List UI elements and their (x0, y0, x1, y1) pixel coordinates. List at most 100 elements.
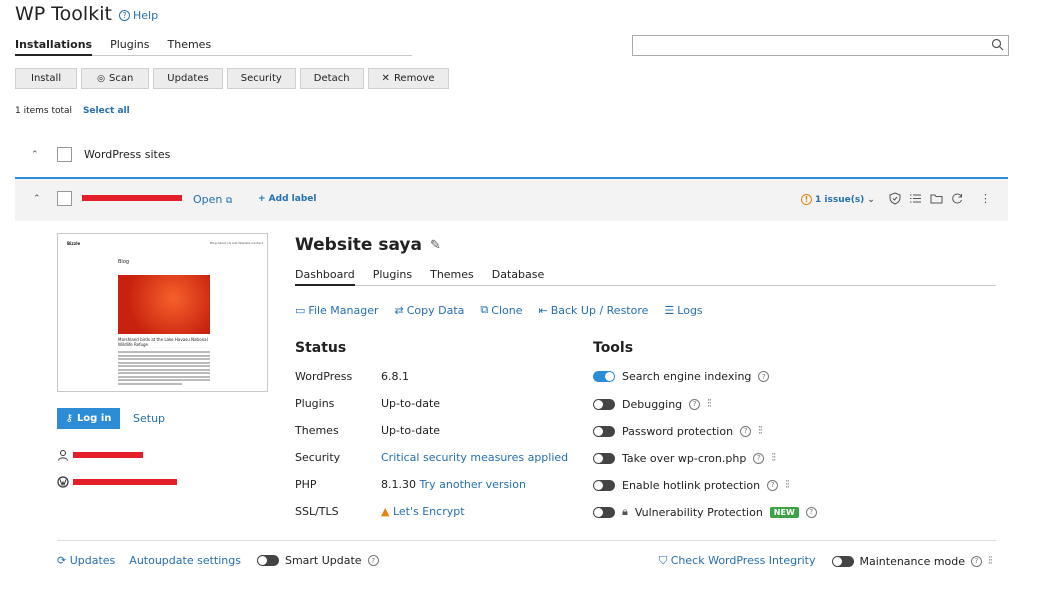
add-label-link[interactable]: + Add label (258, 194, 316, 204)
issues-label: 1 issue(s) (815, 194, 865, 205)
backup-label: Back Up / Restore (550, 303, 649, 317)
help-icon[interactable]: ? (758, 371, 770, 382)
copy-data-link[interactable]: ⇄ Copy Data (395, 303, 465, 317)
folder-icon[interactable] (930, 192, 943, 205)
footer-divider (57, 540, 996, 541)
status-value-ssl[interactable]: ▲ Let's Encrypt (381, 505, 465, 518)
refresh-icon[interactable] (951, 192, 964, 205)
footer-updates-link[interactable]: ⟳ Updates (57, 554, 115, 567)
remove-button[interactable]: ✕ Remove (367, 68, 449, 89)
autoupdate-settings-link[interactable]: Autoupdate settings (129, 554, 241, 567)
eye-icon: ◎ (97, 73, 105, 84)
search-input[interactable] (632, 35, 1009, 56)
ssl-link[interactable]: Let's Encrypt (393, 505, 465, 518)
collapse-group-chevron-icon[interactable]: ⌃ (31, 150, 39, 160)
try-another-version-link[interactable]: Try another version (420, 478, 526, 491)
detach-label: Detach (313, 73, 350, 84)
backup-link[interactable]: ⇤ Back Up / Restore (539, 303, 649, 317)
debugging-toggle[interactable] (593, 398, 615, 410)
hotlink-toggle[interactable] (593, 479, 615, 491)
settings-sliders-icon[interactable]: ⫶⫶ (988, 554, 992, 568)
status-value-themes: Up-to-date (381, 424, 441, 437)
settings-sliders-icon[interactable]: ⫶⫶ (771, 451, 775, 465)
toolbar: Install ◎ Scan Updates Security Detach ✕ R… (15, 68, 449, 89)
redacted-username (73, 452, 143, 458)
help-icon[interactable]: ? (971, 555, 983, 567)
settings-sliders-icon[interactable]: ⫶⫶ (785, 478, 789, 492)
shield-icon[interactable] (889, 192, 901, 205)
smart-update-toggle[interactable] (256, 555, 279, 566)
more-options-icon[interactable]: ⋮ (980, 192, 991, 205)
tool-search-engine: Search engine indexing ? (593, 370, 770, 383)
status-label-themes: Themes (295, 424, 339, 437)
collapse-site-chevron-icon[interactable]: ⌃ (33, 194, 41, 204)
tab-dashboard[interactable]: Dashboard (295, 266, 355, 286)
footer-right: ⛉ Check WordPress Integrity Maintenance … (659, 554, 992, 568)
logs-link[interactable]: ☰ Logs (664, 303, 702, 317)
edit-pencil-icon[interactable]: ✎ (430, 238, 441, 253)
scan-label: Scan (108, 73, 134, 84)
tool-password: Password protection ? ⫶⫶ (593, 424, 762, 438)
updates-label: Updates (167, 73, 209, 84)
thumb-text-lines (118, 351, 210, 386)
help-icon[interactable]: ? (740, 425, 752, 437)
clone-icon: ⧉ (480, 303, 489, 316)
status-label-security: Security (295, 451, 341, 464)
maintenance-toggle[interactable] (831, 555, 854, 567)
settings-sliders-icon[interactable]: ⫶⫶ (758, 424, 762, 438)
hotlink-label: Enable hotlink protection (622, 478, 761, 492)
settings-sliders-icon[interactable]: ⫶⫶ (707, 397, 711, 411)
check-integrity-link[interactable]: ⛉ Check WordPress Integrity (659, 554, 816, 568)
tab-themes[interactable]: Themes (168, 36, 212, 56)
vulnerability-toggle[interactable] (593, 506, 615, 518)
site-header-icons: ⋮ (889, 192, 991, 205)
status-value-php: 8.1.30 Try another version (381, 478, 526, 491)
status-value-plugins: Up-to-date (381, 397, 441, 410)
page-title: WP Toolkit (15, 3, 112, 25)
password-toggle[interactable] (593, 425, 615, 437)
file-manager-link[interactable]: ▭ File Manager (295, 303, 379, 317)
open-site-link[interactable]: Open ⧉ (193, 193, 232, 206)
group-checkbox[interactable] (57, 147, 72, 162)
detach-button[interactable]: Detach (299, 68, 364, 89)
tool-debugging: Debugging ? ⫶⫶ (593, 397, 712, 411)
help-icon[interactable]: ? (767, 479, 779, 491)
vulnerability-label: Vulnerability Protection (634, 505, 763, 519)
help-link[interactable]: ? Help (119, 9, 158, 22)
thumb-heading: Blog (118, 259, 130, 265)
site-title: Website saya ✎ (295, 235, 441, 255)
install-label: Install (31, 73, 62, 84)
footer-updates-label: Updates (69, 554, 116, 567)
clone-link[interactable]: ⧉ Clone (480, 303, 522, 317)
search-icon[interactable] (991, 38, 1004, 51)
list-icon[interactable] (909, 192, 922, 205)
search-engine-toggle[interactable] (593, 371, 615, 382)
security-label: Security (240, 73, 282, 84)
tab-plugins-site[interactable]: Plugins (373, 266, 412, 286)
help-label: Help (133, 9, 159, 22)
help-icon[interactable]: ? (689, 398, 701, 410)
tab-installations[interactable]: Installations (15, 36, 93, 56)
cron-toggle[interactable] (593, 452, 615, 464)
help-icon[interactable]: ? (367, 555, 379, 566)
thumb-caption: Marshland birds at the Lake Havasu Natio… (118, 337, 208, 347)
site-actions: ▭ File Manager ⇄ Copy Data ⧉ Clone ⇤ Back Up… (295, 303, 703, 317)
security-button[interactable]: Security (226, 68, 296, 89)
help-icon[interactable]: ? (753, 452, 765, 464)
install-button[interactable]: Install (15, 68, 78, 89)
tab-themes-site[interactable]: Themes (430, 266, 474, 286)
setup-link[interactable]: Setup (133, 412, 165, 425)
site-checkbox[interactable] (57, 191, 72, 206)
updates-button[interactable]: Updates (153, 68, 223, 89)
help-icon[interactable]: ? (805, 506, 817, 518)
tab-plugins[interactable]: Plugins (110, 36, 149, 56)
status-value-security[interactable]: Critical security measures applied (381, 451, 568, 464)
site-title-text: Website saya (295, 235, 422, 255)
select-all-link[interactable]: Select all (83, 106, 130, 116)
login-button[interactable]: ⚷ Log in (57, 408, 120, 429)
tab-database[interactable]: Database (492, 266, 545, 286)
smart-update-label: Smart Update (284, 554, 362, 567)
new-badge: NEW (769, 506, 799, 518)
issues-dropdown[interactable]: ! 1 issue(s) ⌄ (801, 194, 875, 205)
scan-button[interactable]: ◎ Scan (81, 68, 150, 89)
